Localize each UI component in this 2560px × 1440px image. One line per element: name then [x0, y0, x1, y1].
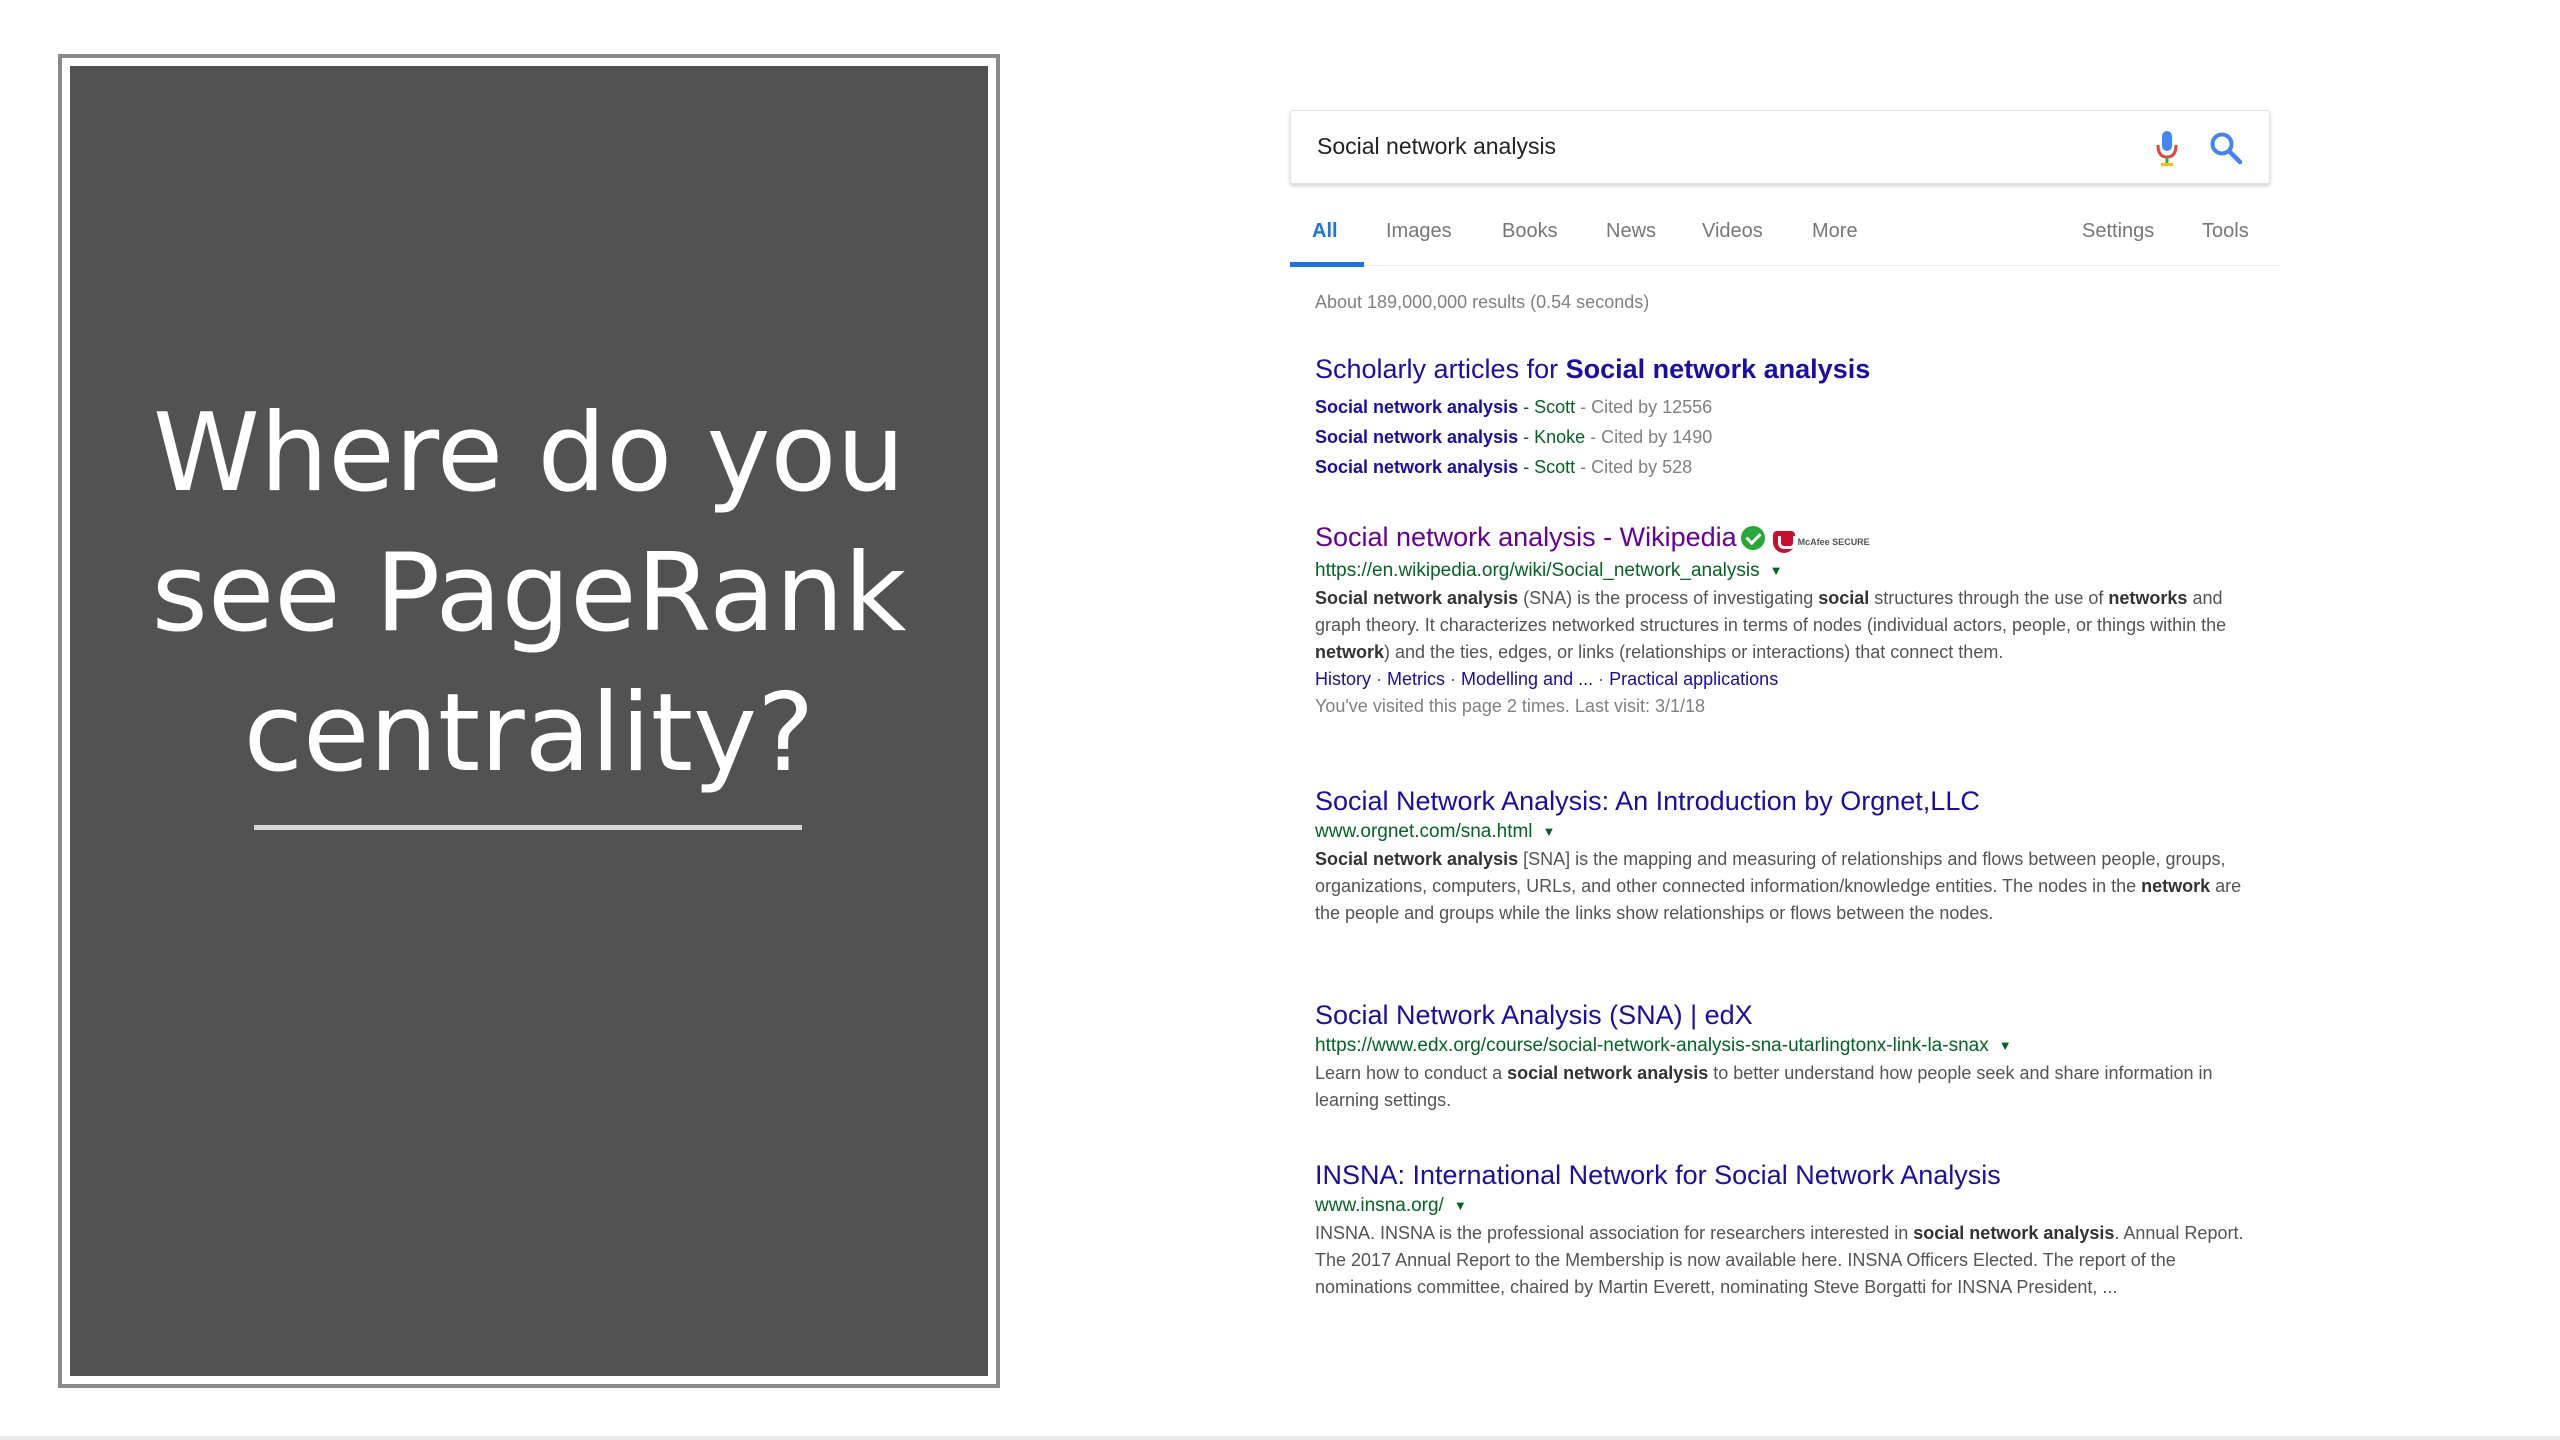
scholarly-articles-block: Scholarly articles for Social network an…	[1315, 352, 2275, 482]
slide-title-line-2: see PageRank	[151, 531, 907, 656]
url-dropdown-caret-icon[interactable]: ▼	[1454, 1192, 1467, 1220]
result-url[interactable]: www.insna.org/ ▼	[1315, 1192, 2275, 1220]
tab-images[interactable]: Images	[1386, 220, 1452, 243]
url-dropdown-caret-icon[interactable]: ▼	[1770, 557, 1783, 585]
scholarly-item-title[interactable]: Social network analysis	[1315, 397, 1518, 417]
sitelink-history[interactable]: History	[1315, 669, 1371, 689]
title-underline-divider	[254, 825, 802, 830]
scholarly-item: Social network analysis - Scott - Cited …	[1315, 392, 2275, 422]
result-snippet: Social network analysis (SNA) is the pro…	[1315, 588, 2227, 663]
active-tab-indicator	[1290, 262, 1364, 267]
scholarly-item: Social network analysis - Scott - Cited …	[1315, 452, 2275, 482]
microphone-icon[interactable]	[2153, 129, 2181, 167]
url-dropdown-caret-icon[interactable]: ▼	[1999, 1032, 2012, 1060]
slide-title: Where do you see PageRank centrality?	[70, 384, 988, 804]
result-title-link[interactable]: INSNA: International Network for Social …	[1315, 1158, 2275, 1192]
tab-news[interactable]: News	[1606, 220, 1656, 243]
tab-videos[interactable]: Videos	[1702, 220, 1763, 243]
sitelink-practical-applications[interactable]: Practical applications	[1609, 669, 1778, 689]
sitelinks: History · Metrics · Modelling and ... · …	[1315, 669, 1779, 690]
result-url-text: https://en.wikipedia.org/wiki/Social_net…	[1315, 560, 1760, 582]
slide-title-line-3: centrality?	[243, 671, 815, 796]
result-snippet: Learn how to conduct a social network an…	[1315, 1063, 2213, 1111]
mcafee-secure-badge: McAfee SECURE	[1772, 523, 1870, 557]
bottom-divider	[0, 1436, 2560, 1440]
sitelink-metrics[interactable]: Metrics	[1387, 669, 1445, 689]
result-wikipedia: Social network analysis - Wikipedia McAfe…	[1315, 520, 2275, 720]
verified-check-icon	[1740, 526, 1765, 550]
mcafee-badge-text: McAfee SECURE	[1797, 536, 1870, 547]
url-dropdown-caret-icon[interactable]: ▼	[1543, 818, 1556, 846]
mcafee-shield-icon	[1772, 530, 1796, 553]
search-input[interactable]: Social network analysis	[1317, 133, 1556, 160]
result-title-text: Social network analysis - Wikipedia	[1315, 522, 1737, 552]
result-stats: About 189,000,000 results (0.54 seconds)	[1315, 292, 1650, 312]
scholarly-title-prefix: Scholarly articles for	[1315, 354, 1566, 384]
search-tabs: All Images Books News Videos More Settin…	[1290, 204, 2280, 267]
result-title-link[interactable]: Social Network Analysis: An Introduction…	[1315, 784, 2275, 818]
scholarly-item-author[interactable]: - Scott	[1518, 457, 1575, 477]
slide-panel-frame: Where do you see PageRank centrality?	[58, 54, 1000, 1388]
tab-tools[interactable]: Tools	[2202, 220, 2249, 243]
result-url[interactable]: www.orgnet.com/sna.html ▼	[1315, 818, 2275, 846]
scholarly-item-title[interactable]: Social network analysis	[1315, 457, 1518, 477]
result-url[interactable]: https://en.wikipedia.org/wiki/Social_net…	[1315, 557, 2275, 585]
tab-more[interactable]: More	[1812, 220, 1858, 243]
search-box[interactable]: Social network analysis	[1290, 110, 2270, 184]
scholarly-item-title[interactable]: Social network analysis	[1315, 427, 1518, 447]
result-url[interactable]: https://www.edx.org/course/social-networ…	[1315, 1032, 2275, 1060]
slide-panel: Where do you see PageRank centrality?	[70, 66, 988, 1376]
result-orgnet: Social Network Analysis: An Introduction…	[1315, 784, 2275, 927]
search-results-page: Social network analysis All Images Books…	[1290, 108, 2280, 1388]
visited-note: You've visited this page 2 times. Last v…	[1315, 696, 1705, 717]
result-title-link[interactable]: Social network analysis - Wikipedia McAfe…	[1315, 520, 2275, 557]
slide-title-line-1: Where do you	[153, 391, 905, 516]
scholarly-item-author[interactable]: - Knoke	[1518, 427, 1585, 447]
tab-books[interactable]: Books	[1502, 220, 1558, 243]
result-url-text: https://www.edx.org/course/social-networ…	[1315, 1035, 1989, 1057]
tab-all[interactable]: All	[1312, 220, 1338, 243]
scholarly-item-cited[interactable]: - Cited by 528	[1575, 457, 1692, 477]
scholarly-articles-title[interactable]: Scholarly articles for Social network an…	[1315, 352, 2275, 386]
scholarly-item-cited[interactable]: - Cited by 12556	[1575, 397, 1712, 417]
result-snippet: INSNA. INSNA is the professional associa…	[1315, 1223, 2244, 1298]
scholarly-title-query: Social network analysis	[1565, 354, 1871, 384]
magnifier-icon[interactable]	[2209, 131, 2243, 165]
tab-settings[interactable]: Settings	[2082, 220, 2154, 243]
result-title-link[interactable]: Social Network Analysis (SNA) | edX	[1315, 998, 2275, 1032]
scholarly-item-cited[interactable]: - Cited by 1490	[1585, 427, 1712, 447]
scholarly-item: Social network analysis - Knoke - Cited …	[1315, 422, 2275, 452]
result-url-text: www.orgnet.com/sna.html	[1315, 821, 1533, 843]
scholarly-item-author[interactable]: - Scott	[1518, 397, 1575, 417]
result-url-text: www.insna.org/	[1315, 1195, 1444, 1217]
result-snippet: Social network analysis [SNA] is the map…	[1315, 849, 2242, 924]
sitelink-modelling[interactable]: Modelling and ...	[1461, 669, 1593, 689]
result-insna: INSNA: International Network for Social …	[1315, 1158, 2275, 1301]
result-edx: Social Network Analysis (SNA) | edX http…	[1315, 998, 2275, 1114]
